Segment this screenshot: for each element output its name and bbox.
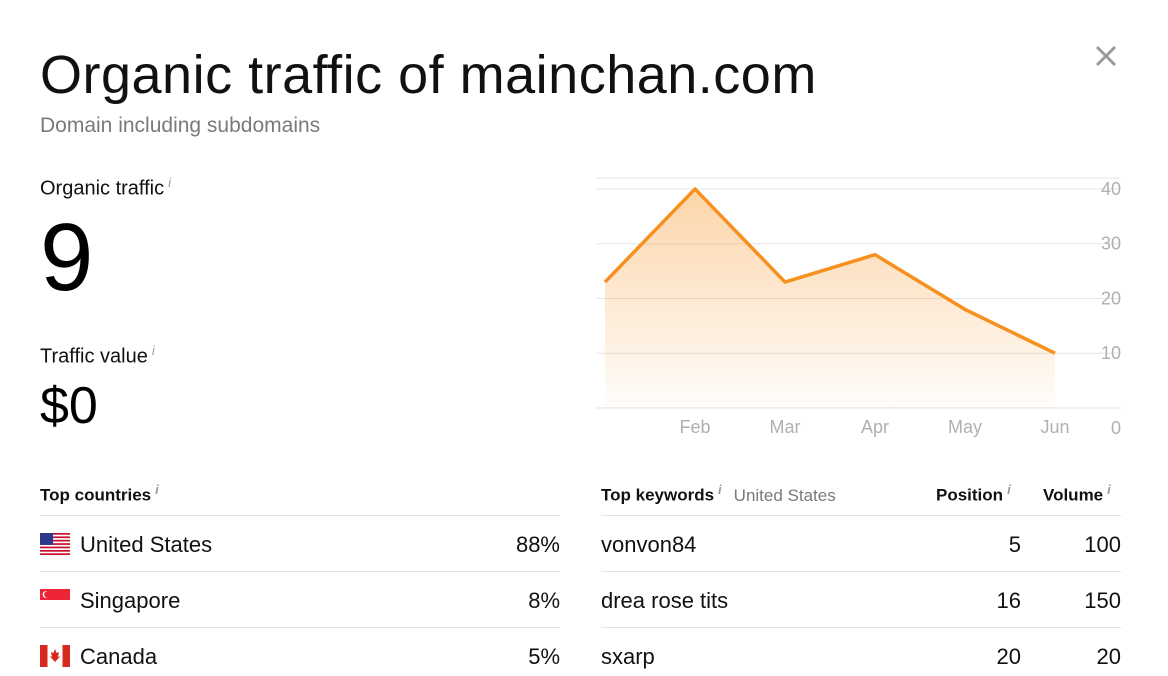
page-subtitle: Domain including subdomains [40, 114, 321, 137]
keywords-country[interactable]: United States [734, 486, 836, 505]
y-tick-label: 0 [1111, 418, 1121, 438]
country-row[interactable]: Canada 5% [40, 627, 560, 676]
country-share: 8% [528, 588, 560, 613]
organic-traffic-label: Organic traffic i [40, 175, 171, 201]
top-keywords-header: Top keywords i United States [601, 482, 836, 506]
info-icon[interactable]: i [1107, 482, 1111, 497]
country-name[interactable]: Canada [80, 644, 157, 670]
keyword-row[interactable]: vonvon84 5 100 [601, 515, 1121, 571]
country-share: 5% [528, 644, 560, 669]
sg-flag-icon [40, 589, 70, 611]
country-name[interactable]: Singapore [80, 588, 180, 614]
organic-traffic-value: 9 [40, 204, 94, 311]
page-title: Organic traffic of mainchan.com [40, 45, 817, 105]
info-icon[interactable]: i [155, 482, 159, 497]
x-tick-label: Jun [1040, 417, 1069, 437]
x-tick-label: May [948, 417, 982, 437]
y-tick-label: 40 [1101, 179, 1121, 199]
keyword-row[interactable]: sxarp 20 20 [601, 627, 1121, 676]
position-column-header: Position i [936, 482, 1011, 506]
info-icon[interactable]: i [718, 482, 722, 497]
traffic-value-label-text: Traffic value [40, 345, 148, 368]
x-tick-label: Apr [861, 417, 889, 437]
y-tick-label: 30 [1101, 234, 1121, 254]
keyword-text[interactable]: drea rose tits [601, 588, 728, 614]
keyword-text[interactable]: sxarp [601, 644, 655, 670]
top-countries-table: United States 88% Singapore 8% Canada 5% [40, 515, 560, 676]
volume-column-header: Volume i [1043, 482, 1111, 506]
country-row[interactable]: United States 88% [40, 515, 560, 571]
country-row[interactable]: Singapore 8% [40, 571, 560, 627]
ca-flag-icon [40, 645, 70, 667]
organic-traffic-label-text: Organic traffic [40, 177, 165, 200]
keyword-text[interactable]: vonvon84 [601, 532, 696, 558]
info-icon[interactable]: i [168, 175, 171, 190]
traffic-chart-svg: 0 10 20 30 40 Feb Mar Apr May Jun [596, 177, 1121, 438]
close-icon [1095, 45, 1117, 67]
info-icon[interactable]: i [152, 343, 155, 358]
x-tick-label: Mar [770, 417, 801, 437]
us-flag-icon [40, 533, 70, 555]
top-countries-title: Top countries [40, 485, 152, 505]
country-name[interactable]: United States [80, 532, 212, 558]
keyword-volume: 150 [1084, 588, 1121, 613]
traffic-chart: 0 10 20 30 40 Feb Mar Apr May Jun [596, 160, 1136, 445]
position-header-text: Position [936, 485, 1004, 505]
close-button[interactable] [1090, 40, 1122, 72]
top-keywords-table: vonvon84 5 100 drea rose tits 16 150 sxa… [601, 515, 1121, 676]
country-share: 88% [515, 532, 560, 557]
top-keywords-title: Top keywords [601, 485, 715, 505]
traffic-value-label: Traffic value i [40, 343, 155, 369]
top-countries-header: Top countries i [40, 482, 159, 506]
keyword-volume: 20 [1096, 644, 1121, 669]
info-icon[interactable]: i [1007, 482, 1011, 497]
x-tick-label: Feb [679, 417, 710, 437]
keyword-position: 16 [996, 588, 1021, 613]
keyword-row[interactable]: drea rose tits 16 150 [601, 571, 1121, 627]
traffic-value-value: $0 [40, 377, 98, 435]
keyword-position: 5 [1008, 532, 1021, 557]
y-tick-label: 10 [1101, 343, 1121, 363]
volume-header-text: Volume [1043, 485, 1104, 505]
keyword-position: 20 [996, 644, 1021, 669]
y-tick-label: 20 [1101, 288, 1121, 308]
keyword-volume: 100 [1084, 532, 1121, 557]
